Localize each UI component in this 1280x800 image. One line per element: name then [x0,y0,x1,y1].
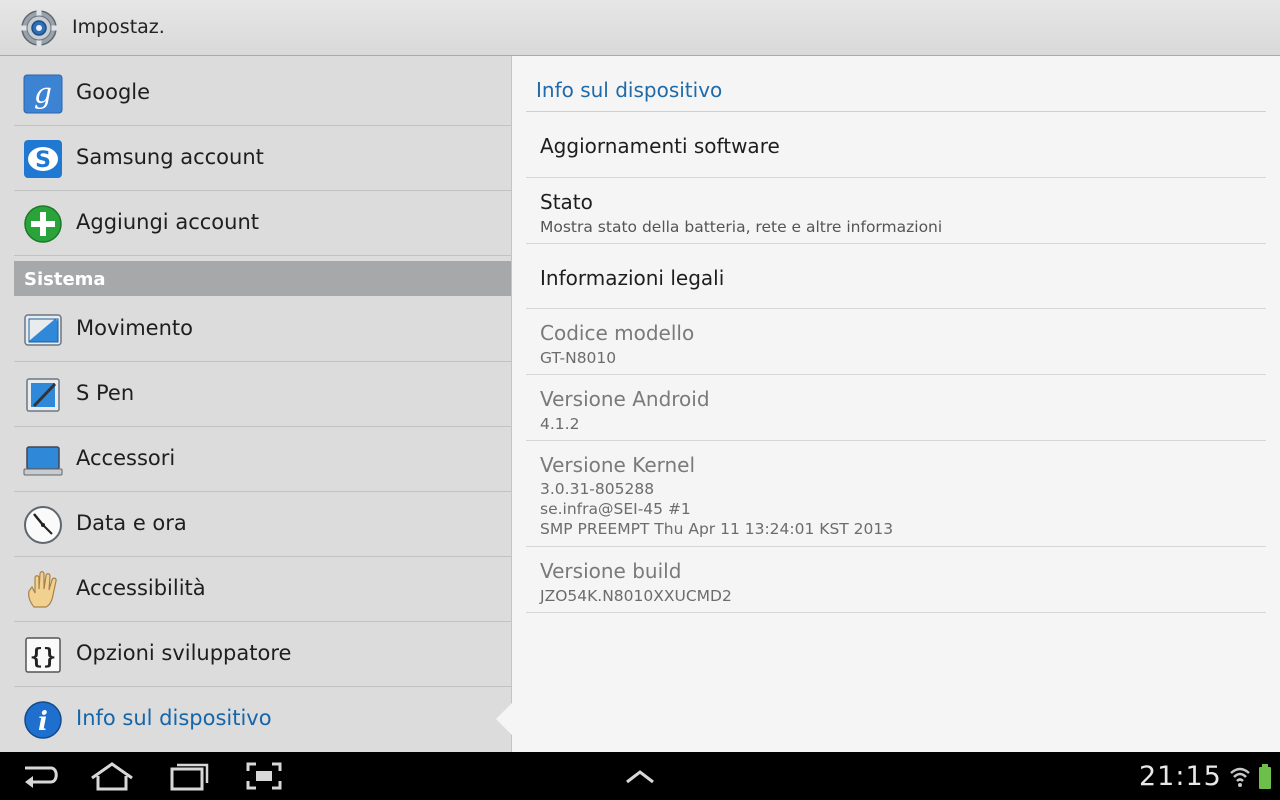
detail-header: Info sul dispositivo [536,78,723,102]
pref-title: Versione Android [540,387,710,411]
section-header-sistema: Sistema [14,261,511,296]
pref-summary-line: se.infra@SEI-45 #1 [540,500,691,518]
google-icon: g [23,74,63,114]
samsung-account-icon: S [24,140,62,178]
action-bar: Impostaz. [0,0,1280,56]
detail-pane: Info sul dispositivo Aggiornamenti softw… [512,56,1280,752]
pref-title: Informazioni legali [540,266,725,290]
sidebar-item-s-pen[interactable]: S Pen [14,362,511,427]
pref-summary: JZO54K.N8010XXUCMD2 [540,587,732,605]
wifi-icon [1230,767,1250,787]
sidebar-item-add-account[interactable]: Aggiungi account [14,191,511,256]
sidebar-item-label: Data e ora [76,511,187,535]
hand-icon [28,571,57,608]
section-header-label: Sistema [24,269,106,290]
pref-title: Stato [540,190,593,214]
settings-list: g Google S Samsung account Aggiungi acco… [0,56,513,752]
pref-informazioni-legali[interactable]: Informazioni legali [526,244,1266,309]
pref-versione-kernel: Versione Kernel 3.0.31-805288 se.infra@S… [526,441,1266,547]
info-icon: i [24,701,62,739]
app-title: Impostaz. [72,16,165,38]
svg-text:{}: {} [30,645,57,670]
sidebar-item-samsung-account[interactable]: S Samsung account [14,126,511,191]
s-pen-icon [26,378,60,412]
sidebar-item-label: Accessibilità [76,576,206,600]
pref-summary-line: 3.0.31-805288 [540,480,655,498]
screenshot-icon[interactable] [236,758,292,794]
recent-apps-icon[interactable] [160,758,216,794]
up-arrow-icon[interactable] [612,758,668,794]
sidebar-item-label: Opzioni sviluppatore [76,641,292,665]
pref-title: Versione Kernel [540,453,696,477]
sidebar-item-label: Info sul dispositivo [76,706,272,730]
braces-icon: {} [25,637,61,673]
pref-summary-line: SMP PREEMPT Thu Apr 11 13:24:01 KST 2013 [540,520,894,538]
clock-icon [24,506,62,544]
home-icon[interactable] [84,758,140,794]
selection-pointer [496,702,513,736]
sidebar-item-label: Movimento [76,316,193,340]
sidebar-item-data-e-ora[interactable]: Data e ora [14,492,511,557]
pref-codice-modello: Codice modello GT-N8010 [526,309,1266,375]
back-icon[interactable] [11,758,67,794]
accessories-icon [23,446,63,476]
pref-summary: GT-N8010 [540,349,617,367]
status-clock[interactable]: 21:15 [1139,761,1222,792]
settings-gear-icon[interactable] [20,9,58,47]
pref-versione-build: Versione build JZO54K.N8010XXUCMD2 [526,547,1266,613]
sidebar-item-opzioni-sviluppatore[interactable]: {} Opzioni sviluppatore [14,622,511,687]
pref-title: Aggiornamenti software [540,134,780,158]
sidebar-item-label: Samsung account [76,145,264,169]
sidebar-item-label: S Pen [76,381,135,405]
battery-icon [1259,764,1271,789]
sidebar-item-google[interactable]: g Google [14,61,511,126]
pref-title: Versione build [540,559,682,583]
sidebar-item-label: Aggiungi account [76,210,259,234]
pref-title: Codice modello [540,321,695,345]
sidebar-item-label: Accessori [76,446,176,470]
sidebar-item-accessibilita[interactable]: Accessibilità [14,557,511,622]
sidebar-item-movimento[interactable]: Movimento [14,297,511,362]
navigation-bar: 21:15 [0,752,1280,800]
sidebar-item-accessori[interactable]: Accessori [14,427,511,492]
svg-text:g: g [34,77,52,110]
motion-icon [24,314,62,346]
pref-summary: Mostra stato della batteria, rete e altr… [540,218,943,236]
svg-text:S: S [35,148,51,173]
pref-versione-android: Versione Android 4.1.2 [526,375,1266,441]
pref-software-update[interactable]: Aggiornamenti software [526,112,1266,178]
svg-text:i: i [38,707,48,737]
pref-stato[interactable]: Stato Mostra stato della batteria, rete … [526,178,1266,244]
add-account-icon [24,205,62,243]
sidebar-item-info-sul-dispositivo[interactable]: i Info sul dispositivo [14,687,511,752]
pref-summary: 4.1.2 [540,415,580,433]
sidebar-item-label: Google [76,80,151,104]
